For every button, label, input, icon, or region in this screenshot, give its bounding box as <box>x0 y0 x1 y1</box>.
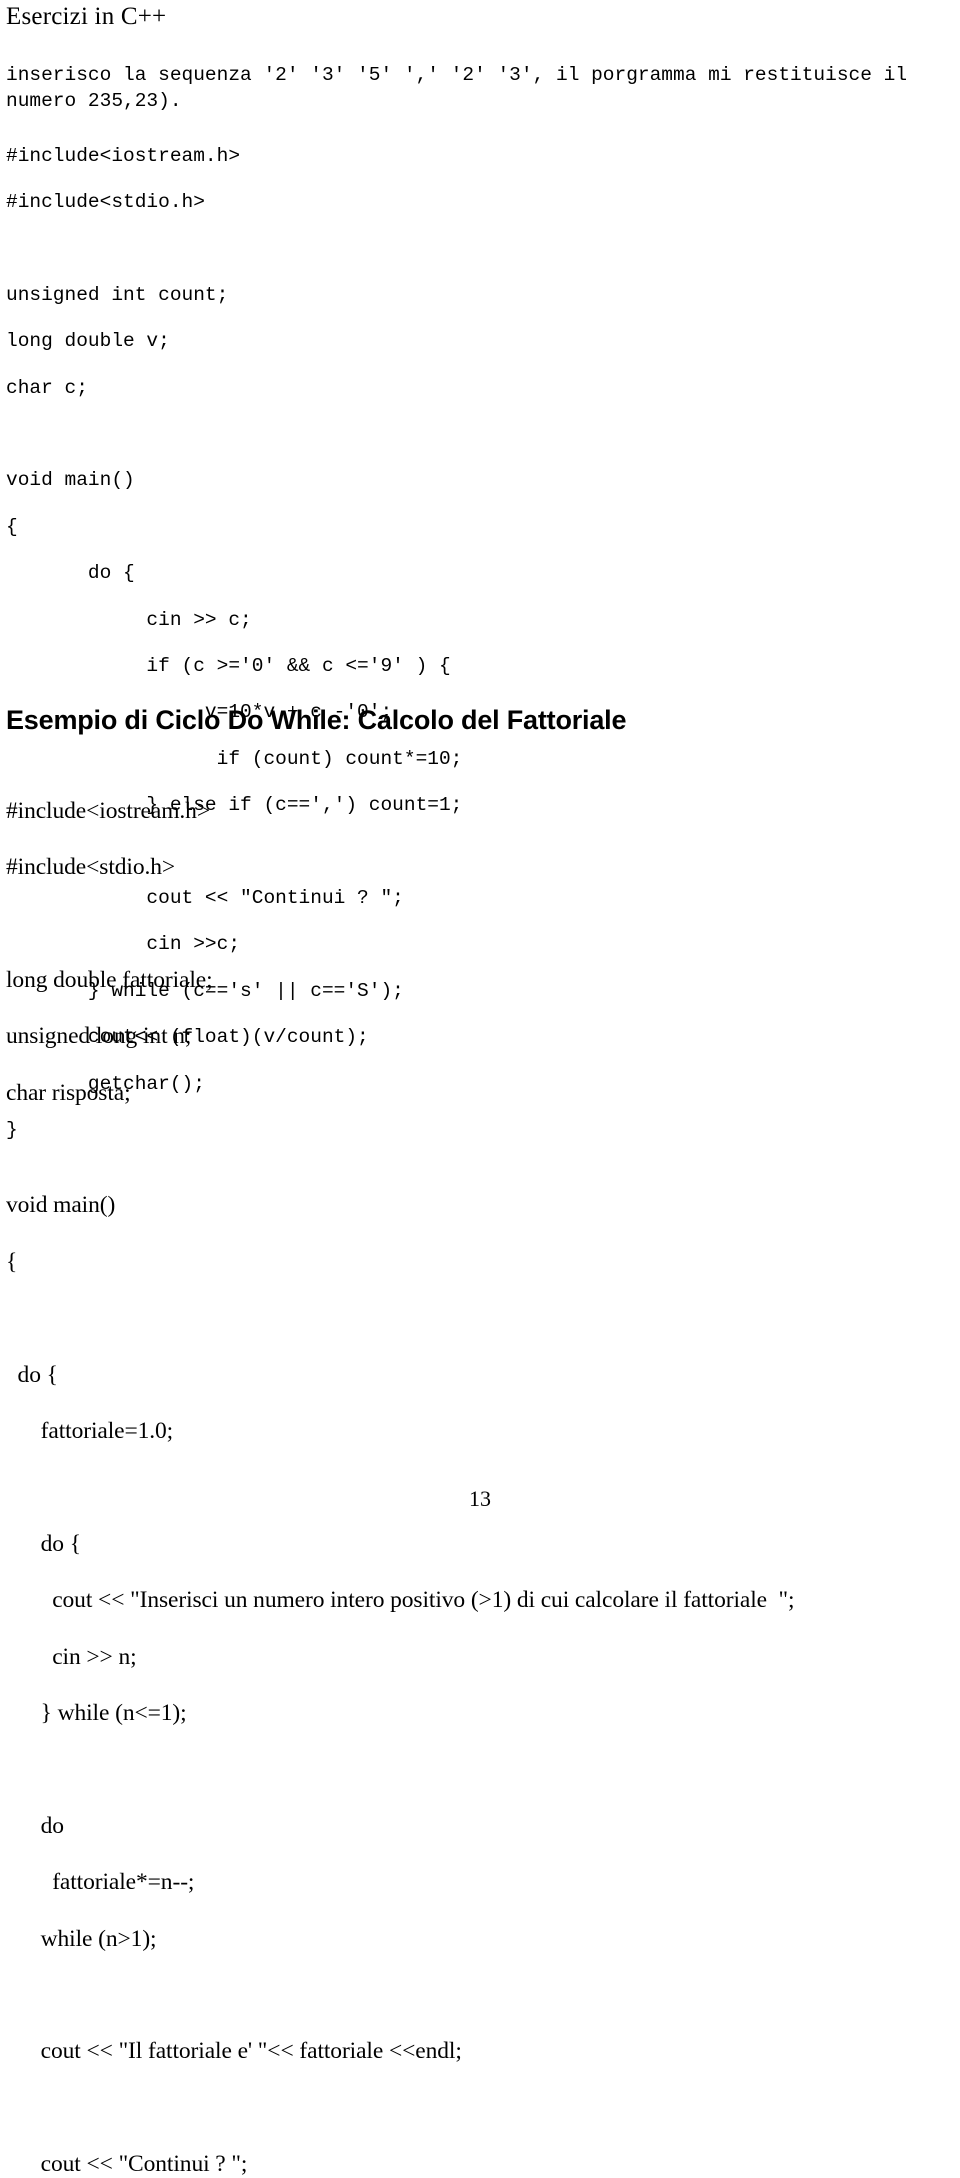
document-header-title: Esercizi in C++ <box>6 2 166 32</box>
code-line: { <box>6 516 462 539</box>
code-line: long double v; <box>6 330 462 353</box>
intro-paragraph: inserisco la sequenza '2' '3' '5' ',' '2… <box>6 62 956 114</box>
code-blank-line <box>6 909 794 937</box>
document-page: Esercizi in C++ inserisco la sequenza '2… <box>0 0 960 1526</box>
code-line: char risposta; <box>6 1079 794 1107</box>
code-line: unsigned long int n; <box>6 1022 794 1050</box>
code-line: { <box>6 1248 794 1276</box>
code-line: char c; <box>6 377 462 400</box>
code-line: cout << "Continui ? "; <box>6 2150 794 2178</box>
code-blank-line <box>6 1755 794 1783</box>
code-line: fattoriale*=n--; <box>6 1868 794 1896</box>
code-line: #include<stdio.h> <box>6 191 462 214</box>
code-blank-line <box>6 237 462 260</box>
code-line: do { <box>6 1361 794 1389</box>
code-line: do { <box>6 562 462 585</box>
code-line: if (count) count*=10; <box>6 748 462 771</box>
code-line: do <box>6 1812 794 1840</box>
code-line: void main() <box>6 1191 794 1219</box>
code-line: } while (n<=1); <box>6 1699 794 1727</box>
code-blank-line <box>6 1304 794 1332</box>
code-blank-line <box>6 423 462 446</box>
code-line: void main() <box>6 469 462 492</box>
code-line: fattoriale=1.0; <box>6 1417 794 1445</box>
code-line: cout << "Il fattoriale e' "<< fattoriale… <box>6 2037 794 2065</box>
code-line: if (c >='0' && c <='9' ) { <box>6 655 462 678</box>
code-line: #include<stdio.h> <box>6 853 794 881</box>
code-line: cout << "Inserisci un numero intero posi… <box>6 1586 794 1614</box>
code-line: #include<iostream.h> <box>6 145 462 168</box>
code-line: while (n>1); <box>6 1925 794 1953</box>
code-line: unsigned int count; <box>6 284 462 307</box>
code-line: long double fattoriale; <box>6 966 794 994</box>
code-blank-line <box>6 1981 794 2009</box>
code-blank-line <box>6 2094 794 2122</box>
code-line: cin >> n; <box>6 1643 794 1671</box>
code-blank-line <box>6 1135 794 1163</box>
code-line: do { <box>6 1530 794 1558</box>
section-heading-fattoriale: Esempio di Ciclo Do While: Calcolo del F… <box>6 703 626 737</box>
page-number: 13 <box>0 1486 960 1512</box>
code-line: cin >> c; <box>6 609 462 632</box>
code-line: #include<iostream.h> <box>6 797 794 825</box>
